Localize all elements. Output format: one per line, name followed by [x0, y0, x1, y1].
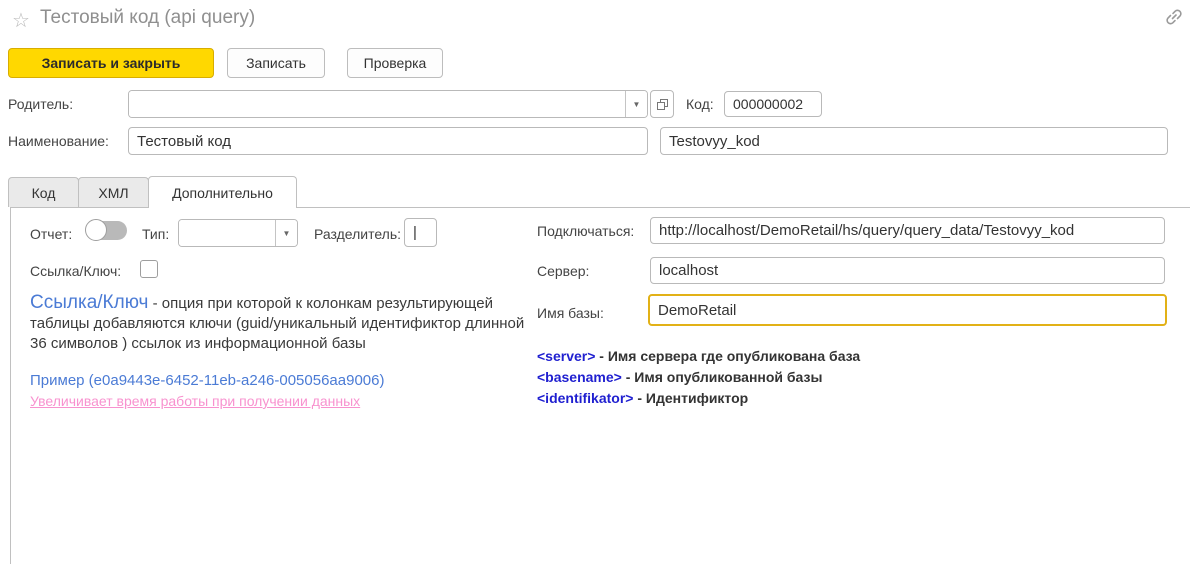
hint-basename-text: - Имя опубликованной базы	[622, 369, 823, 385]
parent-combo[interactable]: ▼	[128, 90, 648, 118]
report-label: Отчет:	[30, 226, 72, 242]
refkey-label: Ссылка/Ключ:	[30, 263, 121, 279]
report-toggle[interactable]	[86, 221, 127, 240]
warning-link[interactable]: Увеличивает время работы при получении д…	[30, 393, 360, 409]
name-input[interactable]	[128, 127, 648, 155]
parent-input[interactable]	[129, 91, 625, 117]
favorite-star-icon[interactable]: ☆	[12, 8, 30, 33]
tab-dopolnitelno[interactable]: Дополнительно	[148, 176, 297, 208]
code-label: Код:	[686, 96, 714, 112]
separator-input[interactable]	[404, 218, 437, 247]
save-button[interactable]: Записать	[227, 48, 325, 78]
refkey-checkbox[interactable]	[140, 260, 158, 278]
refkey-description: Ссылка/Ключ - опция при которой к колонк…	[30, 293, 538, 354]
parent-open-button[interactable]	[650, 90, 674, 118]
code-input[interactable]	[724, 91, 822, 117]
name-translit-input[interactable]	[660, 127, 1168, 155]
save-and-close-button[interactable]: Записать и закрыть	[8, 48, 214, 78]
hint-server: <server> - Имя сервера где опубликована …	[537, 348, 860, 364]
open-item-icon	[656, 98, 669, 111]
hint-identifikator: <identifikator> - Идентификтор	[537, 390, 748, 406]
hint-basename: <basename> - Имя опубликованной базы	[537, 369, 822, 385]
connect-label: Подключаться:	[537, 223, 634, 239]
parent-dropdown-button[interactable]: ▼	[625, 91, 647, 117]
hint-server-tag: <server>	[537, 348, 595, 364]
refkey-description-title: Ссылка/Ключ	[30, 292, 148, 313]
parent-label: Родитель:	[8, 96, 73, 112]
dbname-input[interactable]	[648, 294, 1167, 326]
tab-kod[interactable]: Код	[8, 177, 79, 207]
hint-identifikator-text: - Идентификтор	[633, 390, 748, 406]
check-button[interactable]: Проверка	[347, 48, 443, 78]
type-input[interactable]	[179, 220, 275, 246]
chevron-down-icon: ▼	[633, 100, 641, 109]
hint-basename-tag: <basename>	[537, 369, 622, 385]
chevron-down-icon: ▼	[283, 229, 291, 238]
name-label: Наименование:	[8, 133, 109, 149]
window: { "header": { "title": "Тестовый код (ap…	[0, 0, 1190, 564]
separator-label: Разделитель:	[314, 226, 401, 242]
toggle-knob-icon	[85, 219, 107, 241]
hint-server-text: - Имя сервера где опубликована база	[595, 348, 860, 364]
type-label: Тип:	[142, 226, 169, 242]
dbname-label: Имя базы:	[537, 305, 604, 321]
hint-identifikator-tag: <identifikator>	[537, 390, 633, 406]
page-title: Тестовый код (api query)	[40, 7, 255, 29]
get-link-icon[interactable]	[1162, 5, 1186, 29]
tab-xml[interactable]: ХМЛ	[78, 177, 149, 207]
connect-url-input[interactable]	[650, 217, 1165, 244]
type-combo[interactable]: ▼	[178, 219, 298, 247]
server-input[interactable]	[650, 257, 1165, 284]
type-dropdown-button[interactable]: ▼	[275, 220, 297, 246]
server-label: Сервер:	[537, 263, 589, 279]
example-guid-text: Пример (e0a9443e-6452-11eb-a246-005056aa…	[30, 372, 384, 389]
